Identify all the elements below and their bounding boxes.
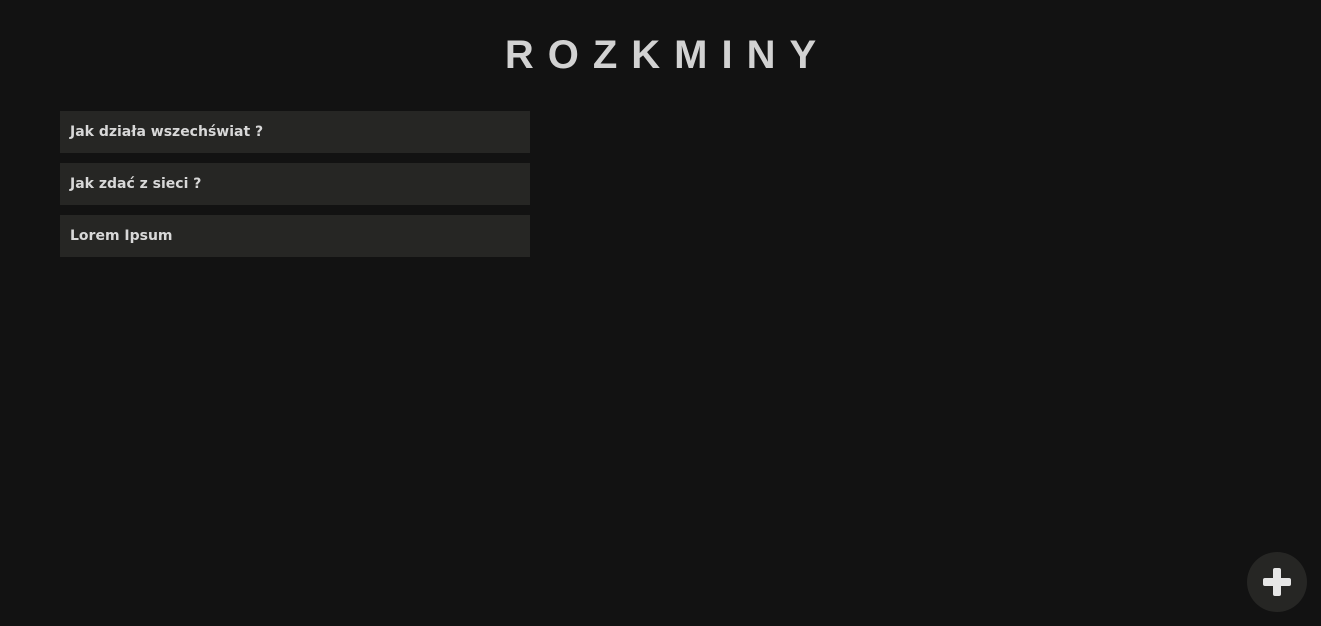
topic-item-2[interactable]: Jak zdać z sieci ? xyxy=(60,163,530,205)
topic-label: Lorem Ipsum xyxy=(70,228,173,244)
add-topic-button[interactable] xyxy=(1247,552,1307,612)
topic-list: Jak działa wszechświat ? Jak zdać z siec… xyxy=(60,111,530,267)
topic-label: Jak zdać z sieci ? xyxy=(70,176,202,192)
topic-label: Jak działa wszechświat ? xyxy=(70,124,264,140)
topic-item-1[interactable]: Jak działa wszechświat ? xyxy=(60,111,530,153)
page-title: ROZKMINY xyxy=(504,33,831,77)
plus-icon xyxy=(1263,568,1291,596)
topic-item-3[interactable]: Lorem Ipsum xyxy=(60,215,530,257)
